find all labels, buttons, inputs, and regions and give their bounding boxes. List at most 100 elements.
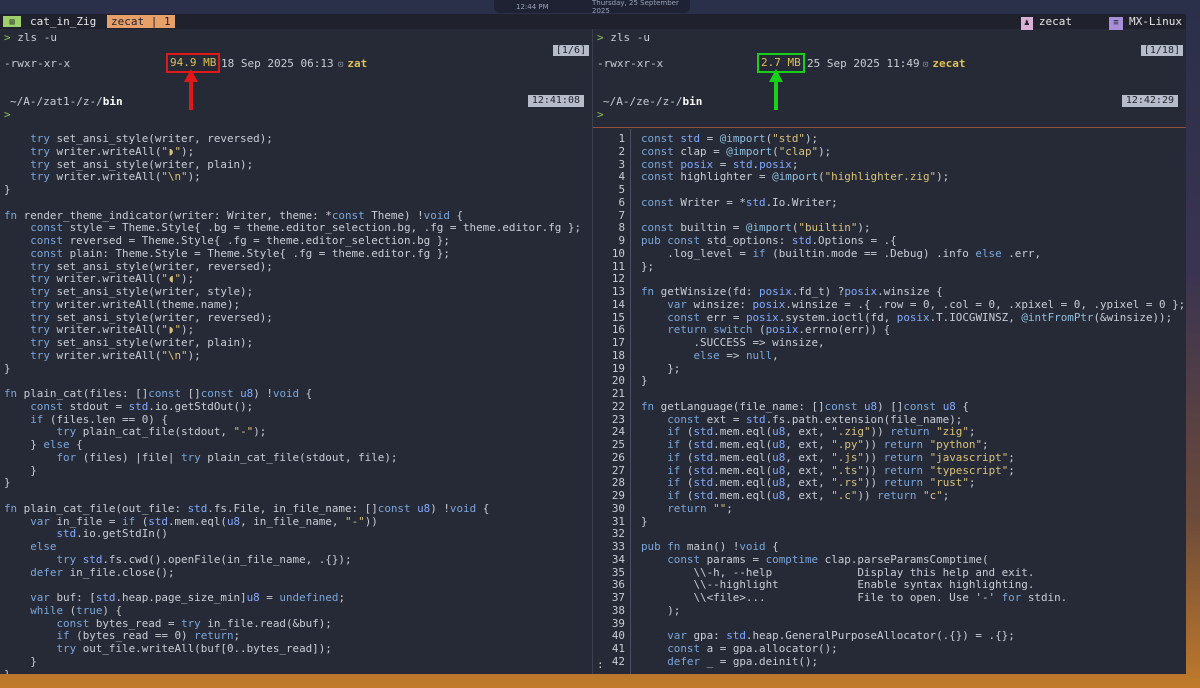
prompt-time: 12:41:08 <box>527 95 584 107</box>
code-line: if (std.mem.eql(u8, ext, ".ts")) return … <box>667 463 1015 477</box>
line-number: 23 <box>611 412 625 426</box>
code-line: .SUCCESS => winsize, <box>693 336 825 349</box>
code-line: \\<file>... File to open. Use '-' for st… <box>641 591 1068 604</box>
line-number: 17 <box>611 336 625 349</box>
line-number: 25 <box>611 438 625 451</box>
code-line: \\--highlight Enable syntax highlighting… <box>693 578 1035 592</box>
red-arrow-shaft <box>189 80 193 110</box>
code-line: \\-h, --help Display this help and exit. <box>693 565 1035 579</box>
code-line: fn plain_cat_file(out_file: std.fs.File,… <box>4 501 490 515</box>
code-line: if (std.mem.eql(u8, ext, ".rs")) return … <box>667 476 976 490</box>
line-number: 36 <box>611 578 625 592</box>
code-line: } <box>30 463 37 477</box>
code-line: var winsize: posix.winsize = .{ .row = 0… <box>667 297 1186 311</box>
code-line: const Writer = *std.Io.Writer; <box>641 195 838 209</box>
cwd-last: bin <box>102 95 123 108</box>
user-indicator: ♟ zecat <box>1020 15 1072 30</box>
tab-title[interactable]: cat_in_Zig <box>30 14 96 29</box>
code-line: } <box>4 361 11 375</box>
code-line: const params = comptime clap.parseParams… <box>667 552 989 566</box>
command-line: > zls -u <box>4 31 57 44</box>
code-line: const a = gpa.allocator(); <box>667 642 838 655</box>
code-line: } <box>641 514 648 528</box>
line-number: 5 <box>618 183 625 196</box>
line-number: 27 <box>611 463 625 477</box>
code-line: const posix = std.posix; <box>641 157 799 171</box>
green-arrow-icon <box>769 69 783 82</box>
cwd-last: bin <box>682 95 703 108</box>
code-line: } <box>4 183 11 196</box>
result-counter: [1/18] <box>1140 45 1183 56</box>
line-number: 12 <box>611 272 625 286</box>
line-number: 16 <box>611 323 625 337</box>
line-number: 39 <box>611 616 625 630</box>
command-text: zls -u <box>610 31 650 44</box>
prompt-char: > <box>597 31 604 44</box>
code-line: if (std.mem.eql(u8, ext, ".py")) return … <box>667 438 989 451</box>
code-line: } <box>4 476 11 490</box>
code-line: const clap = @import("clap"); <box>641 144 832 158</box>
line-number: 24 <box>611 425 625 439</box>
prompt-char-2: > <box>597 108 604 121</box>
code-line: defer _ = gpa.deinit(); <box>667 654 819 668</box>
line-number: 41 <box>611 642 625 655</box>
code-line: if (std.mem.eql(u8, ext, ".js")) return … <box>667 450 1015 464</box>
code-line: const style = Theme.Style{ .bg = theme.e… <box>30 221 582 235</box>
code-line: while (true) { <box>30 603 123 617</box>
code-line: fn getLanguage(file_name: []const u8) []… <box>641 399 969 413</box>
line-number: 13 <box>611 285 625 298</box>
code-line: try writer.writeAll("◗"); <box>30 144 195 158</box>
code-line: const stdout = std.io.getStdOut(); <box>30 399 254 413</box>
code-line: } else { <box>4 438 83 451</box>
cwd-path: ~/A-/ze-/z-/bin <box>603 95 702 108</box>
code-line: try std.fs.cwd().openFile(in_file_name, … <box>56 552 352 566</box>
code-line: try writer.writeAll("\n"); <box>30 348 201 362</box>
result-counter: [1/6] <box>552 45 589 56</box>
code-line: try plain_cat_file(stdout, "-"); <box>56 425 267 439</box>
code-line: try set_ansi_style(writer, plain); <box>30 336 254 349</box>
line-number: 31 <box>611 514 625 528</box>
file-entry[interactable]: ⊡ zecat <box>923 57 966 72</box>
code-line: }; <box>667 361 681 375</box>
code-line: for (files) |file| try plain_cat_file(st… <box>56 450 398 464</box>
line-number: 14 <box>611 297 625 311</box>
code-line: var buf: [std.heap.page_size_min]u8 = un… <box>30 591 345 604</box>
code-line: const reversed = Theme.Style{ .fg = them… <box>30 234 450 247</box>
line-number: 34 <box>611 552 625 566</box>
command-line: > zls -u <box>597 31 650 44</box>
cwd-prefix: ~/A-/zat1-/z-/ <box>10 95 103 108</box>
line-number: 2 <box>618 144 625 158</box>
code-line: } <box>4 667 11 674</box>
code-line: const err = posix.system.ioctl(fd, posix… <box>667 310 1173 324</box>
code-line: pub fn main() !void { <box>641 540 779 553</box>
line-number: 42 <box>611 654 625 668</box>
code-line: const ext = std.fs.path.extension(file_n… <box>667 412 963 426</box>
code-line: .log_level = if (builtin.mode == .Debug)… <box>641 246 1041 260</box>
line-number: 3 <box>618 157 625 171</box>
code-line: fn plain_cat(files: []const []const u8) … <box>4 387 313 400</box>
file-size: 94.9 MB <box>170 56 217 69</box>
code-line: try set_ansi_style(writer, reversed); <box>30 310 273 324</box>
file-entry[interactable]: ⊡ zat <box>338 57 367 72</box>
prompt-char: > <box>4 31 11 44</box>
pager-status[interactable]: : <box>597 658 604 671</box>
line-number: 32 <box>611 527 625 541</box>
red-arrow-icon <box>184 69 198 82</box>
code-line: if (files.len == 0) { <box>30 412 168 426</box>
line-number: 22 <box>611 399 625 413</box>
clock[interactable]: 12:44 PM <box>516 3 549 11</box>
code-view-right: const std = @import("std"); const clap =… <box>641 132 1186 669</box>
terminal-window[interactable]: ▤ cat_in_Zig zecat | 1 ♟ zecat ≡ MX-Linux … <box>0 14 1186 674</box>
code-line: } <box>30 654 37 668</box>
right-pane[interactable]: > zls -u [1/18] -rwxr-xr-x 2.7 MB 25 Sep… <box>593 29 1186 674</box>
line-number: 7 <box>618 208 625 222</box>
code-line: std.io.getStdIn() <box>56 527 168 541</box>
file-name: zecat <box>932 57 966 70</box>
line-number: 28 <box>611 476 625 490</box>
file-date: 18 Sep 2025 06:13 <box>221 57 334 70</box>
left-pane[interactable]: > zls -u [1/6] -rwxr-xr-x 94.9 MB 18 Sep… <box>0 29 592 674</box>
tab-bar: ▤ cat_in_Zig zecat | 1 ♟ zecat ≡ MX-Linux <box>0 14 1186 30</box>
session-tab[interactable]: zecat | 1 <box>107 15 175 28</box>
code-line: const std = @import("std"); <box>641 132 819 145</box>
line-number: 26 <box>611 450 625 464</box>
